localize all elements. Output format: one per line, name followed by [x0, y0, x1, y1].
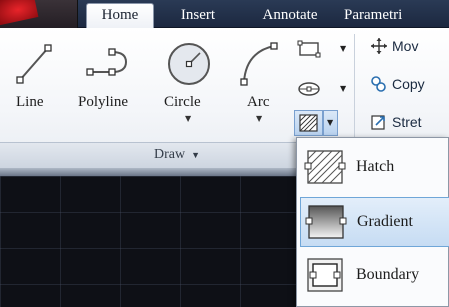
line-button[interactable]: [12, 38, 54, 88]
arc-dropdown-arrow-icon[interactable]: ▼: [256, 114, 262, 123]
line-icon: [16, 44, 52, 84]
menu-item-gradient[interactable]: Gradient: [300, 197, 449, 247]
panel-separator: [354, 34, 355, 140]
stretch-icon: [371, 115, 385, 130]
hatch-split-button[interactable]: [294, 110, 323, 136]
application-menu-button[interactable]: [0, 0, 78, 28]
stretch-button[interactable]: Stret: [364, 110, 449, 134]
tab-home[interactable]: Home: [86, 3, 154, 29]
circle-label: Circle: [164, 94, 201, 110]
line-label: Line: [16, 94, 44, 110]
stretch-label: Stret: [392, 114, 422, 130]
polyline-icon: [86, 48, 128, 76]
polyline-label: Polyline: [78, 94, 129, 110]
ellipse-dropdown-arrow-icon[interactable]: ▼: [340, 84, 346, 93]
gradient-icon: [305, 205, 347, 239]
arc-label: Arc: [247, 94, 270, 110]
arc-icon: [240, 42, 278, 86]
hatch-dropdown-arrow-button[interactable]: ▼: [323, 110, 338, 136]
hatch-dropdown-menu: Hatch Gradient Boundary: [296, 137, 449, 307]
hatch-icon: [299, 114, 318, 132]
polyline-button[interactable]: [84, 38, 138, 88]
rectangle-icon: [297, 40, 321, 58]
circle-button[interactable]: [164, 38, 214, 88]
chevron-down-icon: ▼: [327, 118, 334, 127]
tab-parametric[interactable]: Parametri: [344, 4, 449, 28]
copy-label: Copy: [392, 76, 425, 92]
tab-insert[interactable]: Insert: [168, 4, 228, 28]
ellipse-icon: [298, 82, 320, 96]
boundary-label: Boundary: [356, 266, 420, 283]
menu-item-hatch[interactable]: Hatch: [300, 143, 449, 193]
boundary-icon: [307, 258, 343, 292]
menu-item-boundary[interactable]: Boundary: [300, 251, 449, 301]
copy-button[interactable]: Copy: [364, 72, 449, 96]
copy-icon: [371, 76, 386, 92]
autocad-logo-icon: [0, 0, 39, 27]
move-button[interactable]: Mov: [364, 34, 449, 58]
chevron-down-icon: ▼: [191, 150, 201, 160]
ellipse-button[interactable]: [294, 76, 324, 102]
rectangle-button[interactable]: [294, 36, 324, 62]
move-icon: [371, 38, 387, 54]
ribbon-tab-bar: Home Insert Annotate Parametri: [0, 0, 449, 29]
circle-dropdown-arrow-icon[interactable]: ▼: [185, 114, 191, 123]
draw-panel-label: Draw: [153, 147, 186, 162]
rectangle-dropdown-arrow-icon[interactable]: ▼: [340, 44, 346, 53]
hatch-icon: [304, 150, 346, 184]
tab-annotate[interactable]: Annotate: [243, 4, 337, 28]
circle-icon: [168, 43, 210, 85]
move-label: Mov: [392, 38, 419, 54]
gradient-label: Gradient: [357, 213, 413, 230]
arc-button[interactable]: [234, 38, 284, 88]
hatch-label: Hatch: [356, 158, 395, 175]
